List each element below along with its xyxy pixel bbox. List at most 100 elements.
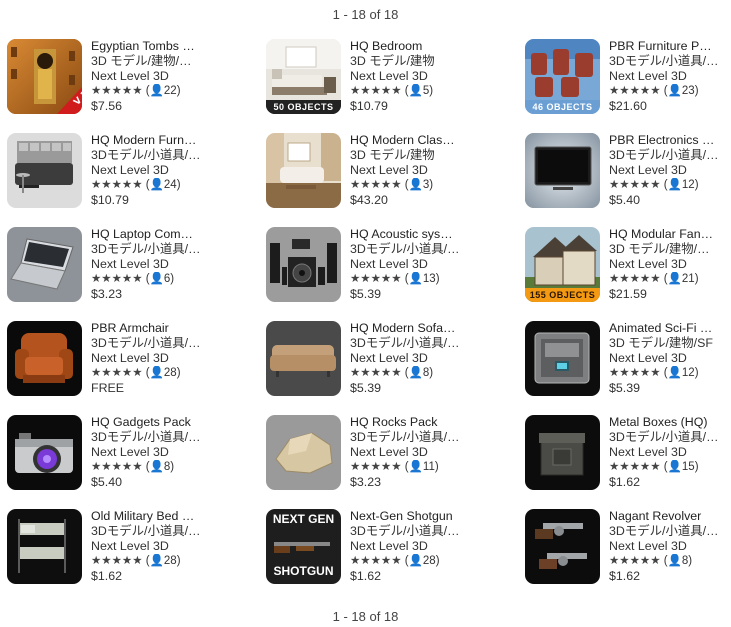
product-publisher[interactable]: Next Level 3D [91,69,216,84]
product-item[interactable]: HQ Modern Sofa… 3Dモデル/小道具/… Next Level 3… [266,321,466,401]
camera-icon[interactable] [7,415,82,490]
product-title[interactable]: PBR Furniture P… [609,39,731,54]
product-item[interactable]: HQ Modern Clas… 3D モデル/建物 Next Level 3D … [266,133,466,213]
product-publisher[interactable]: Next Level 3D [350,257,475,272]
product-price: $5.39 [350,287,382,301]
product-title[interactable]: Animated Sci-Fi … [609,321,731,336]
product-publisher[interactable]: Next Level 3D [91,351,216,366]
modern-furniture-icon[interactable] [7,133,82,208]
pagination-bottom: 1 - 18 of 18 [332,609,399,624]
product-publisher[interactable]: Next Level 3D [91,257,216,272]
product-category[interactable]: 3Dモデル/小道具/… [350,524,475,539]
product-publisher[interactable]: Next Level 3D [91,539,216,554]
product-publisher[interactable]: Next Level 3D [609,539,731,554]
metal-box-icon[interactable] [525,415,600,490]
product-item[interactable]: V 2.0 Egyptian Tombs … 3D モデル/建物/… Next … [7,39,207,119]
speakers-icon[interactable] [266,227,341,302]
product-item[interactable]: PBR Armchair 3Dモデル/小道具/… Next Level 3D ★… [7,321,207,401]
product-item[interactable]: HQ Laptop Com… 3Dモデル/小道具/… Next Level 3D… [7,227,207,307]
product-category[interactable]: 3Dモデル/小道具/… [350,430,475,445]
product-item[interactable]: HQ Gadgets Pack 3Dモデル/小道具/… Next Level 3… [7,415,207,495]
product-category[interactable]: 3Dモデル/小道具/… [609,54,731,69]
product-category[interactable]: 3D モデル/建物 [350,148,475,163]
product-category[interactable]: 3Dモデル/小道具/… [350,336,475,351]
product-category[interactable]: 3D モデル/建物/… [91,54,216,69]
product-item[interactable]: Animated Sci-Fi … 3D モデル/建物/SF Next Leve… [525,321,725,401]
product-publisher[interactable]: Next Level 3D [350,445,475,460]
rock-icon[interactable] [266,415,341,490]
product-publisher[interactable]: Next Level 3D [609,163,731,178]
product-title[interactable]: HQ Modern Clas… [350,133,475,148]
product-item[interactable]: HQ Acoustic sys… 3Dモデル/小道具/… Next Level … [266,227,466,307]
product-category[interactable]: 3Dモデル/小道具/… [609,430,731,445]
product-item[interactable]: Old Military Bed … 3Dモデル/小道具/… Next Leve… [7,509,207,589]
product-item[interactable]: HQ Modern Furn… 3Dモデル/小道具/… Next Level 3… [7,133,207,213]
product-category[interactable]: 3Dモデル/小道具/… [350,242,475,257]
product-category[interactable]: 3Dモデル/小道具/… [91,242,216,257]
product-title[interactable]: PBR Armchair [91,321,216,336]
product-title[interactable]: HQ Gadgets Pack [91,415,216,430]
shotgun-icon[interactable]: NEXT GEN SHOTGUN [266,509,341,584]
bedroom-icon[interactable]: 50 OBJECTS [266,39,341,114]
sofa-icon[interactable] [266,321,341,396]
product-title[interactable]: Metal Boxes (HQ) [609,415,731,430]
product-category[interactable]: 3D モデル/建物/SF [609,336,731,351]
product-publisher[interactable]: Next Level 3D [91,445,216,460]
product-category[interactable]: 3Dモデル/小道具/… [91,336,216,351]
product-category[interactable]: 3Dモデル/小道具/… [91,148,216,163]
product-title[interactable]: HQ Rocks Pack [350,415,475,430]
laptop-icon[interactable] [7,227,82,302]
review-count: (👤15) [663,461,699,473]
classic-room-icon[interactable] [266,133,341,208]
armchair-icon[interactable] [7,321,82,396]
product-category[interactable]: 3Dモデル/小道具/… [609,148,731,163]
product-publisher[interactable]: Next Level 3D [609,445,731,460]
product-publisher[interactable]: Next Level 3D [350,539,475,554]
star-rating-icon: ★★★★★ [350,273,402,285]
product-item[interactable]: PBR Electronics … 3Dモデル/小道具/… Next Level… [525,133,725,213]
product-category[interactable]: 3Dモデル/小道具/… [91,524,216,539]
egypt-icon[interactable]: V 2.0 [7,39,82,114]
product-publisher[interactable]: Next Level 3D [609,257,731,272]
scifi-door-icon[interactable] [525,321,600,396]
objects-badge: 46 OBJECTS [532,102,593,112]
review-count: (👤23) [663,85,699,97]
product-publisher[interactable]: Next Level 3D [609,69,731,84]
product-publisher[interactable]: Next Level 3D [350,69,475,84]
review-count: (👤22) [145,85,181,97]
product-category[interactable]: 3D モデル/建物 [350,54,475,69]
product-title[interactable]: Next-Gen Shotgun [350,509,475,524]
product-title[interactable]: HQ Laptop Com… [91,227,216,242]
product-title[interactable]: Nagant Revolver [609,509,731,524]
product-item[interactable]: HQ Rocks Pack 3Dモデル/小道具/… Next Level 3D … [266,415,466,495]
product-category[interactable]: 3D モデル/建物/… [609,242,731,257]
star-rating-icon: ★★★★★ [609,85,661,97]
furniture-chairs-icon[interactable]: 46 OBJECTS [525,39,600,114]
product-publisher[interactable]: Next Level 3D [609,351,731,366]
product-category[interactable]: 3Dモデル/小道具/… [91,430,216,445]
product-publisher[interactable]: Next Level 3D [350,163,475,178]
review-count: (👤3) [404,179,434,191]
product-item[interactable]: 46 OBJECTS PBR Furniture P… 3Dモデル/小道具/… … [525,39,725,119]
product-publisher[interactable]: Next Level 3D [350,351,475,366]
product-title[interactable]: Old Military Bed … [91,509,216,524]
product-publisher[interactable]: Next Level 3D [91,163,216,178]
product-title[interactable]: HQ Modern Furn… [91,133,216,148]
product-category[interactable]: 3Dモデル/小道具/… [609,524,731,539]
product-item[interactable]: NEXT GEN SHOTGUN Next-Gen Shotgun 3Dモデル/… [266,509,466,589]
product-title[interactable]: Egyptian Tombs … [91,39,216,54]
product-title[interactable]: HQ Modular Fan… [609,227,731,242]
product-item[interactable]: Metal Boxes (HQ) 3Dモデル/小道具/… Next Level … [525,415,725,495]
product-title[interactable]: HQ Acoustic sys… [350,227,475,242]
star-rating-icon: ★★★★★ [91,273,143,285]
product-item[interactable]: 50 OBJECTS HQ Bedroom 3D モデル/建物 Next Lev… [266,39,466,119]
product-title[interactable]: HQ Bedroom [350,39,475,54]
house-icon[interactable]: 155 OBJECTS [525,227,600,302]
revolver-icon[interactable] [525,509,600,584]
product-item[interactable]: 155 OBJECTS HQ Modular Fan… 3D モデル/建物/… … [525,227,725,307]
tv-icon[interactable] [525,133,600,208]
product-title[interactable]: HQ Modern Sofa… [350,321,475,336]
product-item[interactable]: Nagant Revolver 3Dモデル/小道具/… Next Level 3… [525,509,725,589]
product-title[interactable]: PBR Electronics … [609,133,731,148]
military-bed-icon[interactable] [7,509,82,584]
